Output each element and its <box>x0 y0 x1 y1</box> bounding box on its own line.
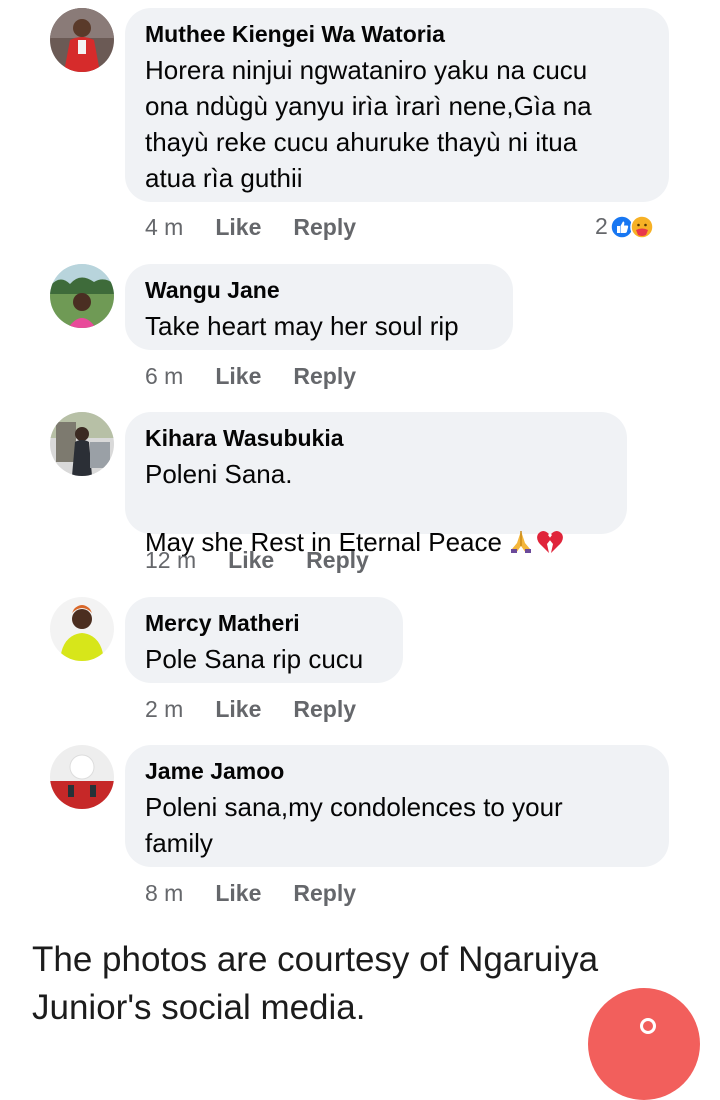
comment-actions: 2 m Like Reply <box>145 696 356 723</box>
commenter-name[interactable]: Muthee Kiengei Wa Watoria <box>145 20 649 48</box>
reply-button[interactable]: Reply <box>293 880 356 907</box>
avatar[interactable] <box>50 412 114 476</box>
comment-text: Pole Sana rip cucu <box>145 644 364 674</box>
photo-credit-caption: The photos are courtesy of Ngaruiya Juni… <box>32 940 599 1027</box>
reply-button[interactable]: Reply <box>293 363 356 390</box>
comment-time[interactable]: 4 m <box>145 214 183 241</box>
comment-text: Horera ninjui ngwataniro yaku na cucu on… <box>145 55 592 193</box>
commenter-name[interactable]: Wangu Jane <box>145 276 493 304</box>
reply-button[interactable]: Reply <box>306 547 369 574</box>
commenter-name[interactable]: Kihara Wasubukia <box>145 424 607 452</box>
like-button[interactable]: Like <box>215 363 261 390</box>
comment-time[interactable]: 12 m <box>145 547 196 574</box>
comment-text: Poleni Sana. May she Rest in Eternal Pea… <box>145 456 607 560</box>
reaction-summary[interactable]: 2 <box>595 213 654 240</box>
comment-actions: 12 m Like Reply <box>145 547 369 574</box>
like-button[interactable]: Like <box>215 214 261 241</box>
care-reaction-icon <box>630 214 654 239</box>
avatar[interactable] <box>50 745 114 809</box>
comment-time[interactable]: 8 m <box>145 880 183 907</box>
comment-text: Poleni sana,my condolences to your famil… <box>145 792 563 858</box>
folded-hands-icon <box>508 492 534 553</box>
comment-bubble: Muthee Kiengei Wa Watoria Horera ninjui … <box>125 8 669 202</box>
comment-actions: 8 m Like Reply <box>145 880 356 907</box>
broken-heart-icon <box>536 492 564 553</box>
comment-text-content: Poleni Sana. May she Rest in Eternal Pea… <box>145 459 502 557</box>
like-button[interactable]: Like <box>215 696 261 723</box>
comment-bubble: Mercy Matheri Pole Sana rip cucu <box>125 597 403 683</box>
comment-bubble: Jame Jamoo Poleni sana,my condolences to… <box>125 745 669 867</box>
avatar[interactable] <box>50 8 114 72</box>
like-button[interactable]: Like <box>228 547 274 574</box>
avatar[interactable] <box>50 597 114 661</box>
reaction-count: 2 <box>595 213 608 239</box>
reply-button[interactable]: Reply <box>293 696 356 723</box>
comment-actions: 6 m Like Reply <box>145 363 356 390</box>
floating-action-button[interactable] <box>588 988 700 1100</box>
comment-time[interactable]: 2 m <box>145 696 183 723</box>
comment-actions: 4 m Like Reply <box>145 214 356 241</box>
comment-bubble: Kihara Wasubukia Poleni Sana. May she Re… <box>125 412 627 557</box>
comment-bubble: Wangu Jane Take heart may her soul rip <box>125 264 513 350</box>
comment-time[interactable]: 6 m <box>145 363 183 390</box>
like-button[interactable]: Like <box>215 880 261 907</box>
comment-text: Take heart may her soul rip <box>145 311 459 341</box>
search-icon <box>640 1018 656 1034</box>
reply-button[interactable]: Reply <box>293 214 356 241</box>
avatar[interactable] <box>50 264 114 328</box>
commenter-name[interactable]: Mercy Matheri <box>145 609 383 637</box>
commenter-name[interactable]: Jame Jamoo <box>145 757 649 785</box>
